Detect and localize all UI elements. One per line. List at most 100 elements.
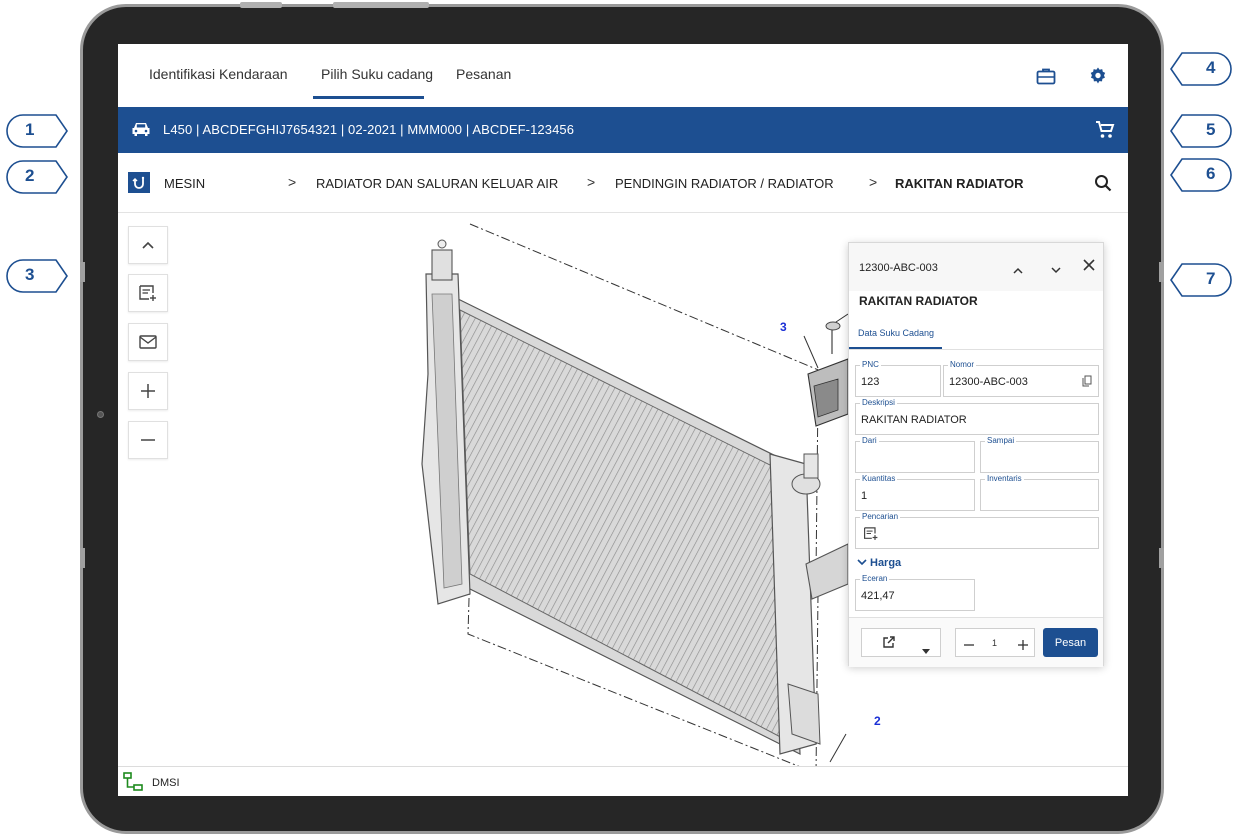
briefcase-icon[interactable]: [1033, 63, 1059, 89]
mail-icon: [139, 335, 157, 349]
panel-title: RAKITAN RADIATOR: [859, 294, 978, 308]
pencarian-label: Pencarian: [860, 512, 901, 521]
panel-part-code: 12300-ABC-003: [859, 262, 938, 274]
inventaris-field[interactable]: Inventaris: [980, 474, 1099, 511]
pnc-value: 123: [861, 376, 880, 388]
callout-6: 6: [1170, 158, 1232, 192]
app-screen: Identifikasi Kendaraan Pilih Suku cadang…: [118, 44, 1128, 796]
share-dropdown[interactable]: [861, 628, 941, 657]
system-icon: [128, 172, 150, 193]
diagram-label[interactable]: 3: [780, 320, 787, 334]
zoom-in-button[interactable]: [128, 372, 168, 410]
tablet-side-button: [1159, 548, 1164, 568]
callout-4: 4: [1170, 52, 1232, 86]
tab-pesanan[interactable]: Pesanan: [456, 66, 511, 82]
status-bar: DMSI: [118, 766, 1128, 796]
diagram-label[interactable]: 2: [874, 714, 881, 728]
eceran-field: Eceran 421,47: [855, 574, 975, 611]
mail-button[interactable]: [128, 323, 168, 361]
page: Identifikasi Kendaraan Pilih Suku cadang…: [0, 0, 1233, 834]
callout-3: 3: [6, 259, 68, 293]
collapse-button[interactable]: [128, 226, 168, 264]
minus-icon[interactable]: [964, 637, 974, 655]
share-icon: [882, 635, 896, 654]
gear-icon[interactable]: [1085, 63, 1111, 89]
radiator-drawing: [421, 223, 849, 775]
nomor-value: 12300-ABC-003: [949, 376, 1028, 388]
network-icon: [123, 772, 145, 796]
chevron-down-icon[interactable]: [1050, 261, 1062, 279]
quantity-value[interactable]: 1: [992, 638, 997, 648]
panel-footer: 1 Pesan: [849, 617, 1103, 667]
panel-header: 12300-ABC-003: [849, 243, 1103, 291]
minus-icon: [141, 439, 155, 441]
tablet-side-button: [80, 262, 85, 282]
close-icon[interactable]: [1083, 258, 1095, 276]
tab-data-suku-cadang[interactable]: Data Suku Cadang: [858, 328, 934, 338]
top-navigation: Identifikasi Kendaraan Pilih Suku cadang…: [118, 44, 1128, 106]
tablet-side-button: [1159, 262, 1164, 282]
plus-icon[interactable]: [1018, 637, 1028, 655]
chevron-up-icon[interactable]: [1012, 261, 1024, 279]
vehicle-bar: L450 | ABCDEFGHIJ7654321 | 02-2021 | MMM…: [118, 107, 1128, 153]
active-tab-indicator: [313, 96, 424, 99]
pnc-label: PNC: [860, 360, 881, 369]
deskripsi-label: Deskripsi: [860, 398, 897, 407]
tablet-side-button: [80, 548, 85, 568]
chevron-down-icon: [857, 559, 867, 566]
tab-pilih-suku-cadang[interactable]: Pilih Suku cadang: [321, 66, 433, 82]
add-note-icon[interactable]: [863, 526, 879, 546]
harga-section-toggle[interactable]: Harga: [857, 557, 901, 569]
status-label: DMSI: [152, 777, 180, 789]
tab-identifikasi-kendaraan[interactable]: Identifikasi Kendaraan: [149, 66, 288, 82]
breadcrumb-item[interactable]: PENDINGIN RADIATOR / RADIATOR: [615, 176, 834, 191]
tablet-volume-button: [240, 2, 282, 8]
eceran-label: Eceran: [860, 574, 890, 583]
callout-7: 7: [1170, 263, 1232, 297]
deskripsi-field[interactable]: Deskripsi RAKITAN RADIATOR: [855, 398, 1099, 435]
search-icon[interactable]: [1094, 174, 1112, 197]
deskripsi-value: RAKITAN RADIATOR: [861, 414, 967, 426]
pencarian-field[interactable]: Pencarian: [855, 512, 1099, 549]
nomor-field[interactable]: Nomor 12300-ABC-003: [943, 360, 1099, 397]
breadcrumb-current: RAKITAN RADIATOR: [895, 176, 1024, 191]
sampai-field[interactable]: Sampai: [980, 436, 1099, 473]
nomor-label: Nomor: [948, 360, 977, 369]
tablet-camera: [97, 411, 104, 418]
kuantitas-field[interactable]: Kuantitas 1: [855, 474, 975, 511]
chevron-up-icon: [142, 241, 154, 249]
parts-diagram[interactable]: 3 2: [408, 214, 881, 775]
breadcrumb-separator: >: [587, 174, 596, 190]
inventaris-label: Inventaris: [985, 474, 1024, 483]
callout-5: 5: [1170, 114, 1232, 148]
callout-2: 2: [6, 160, 68, 194]
kuantitas-value: 1: [861, 490, 868, 502]
breadcrumb-item[interactable]: RADIATOR DAN SALURAN KELUAR AIR: [316, 176, 558, 191]
eceran-value: 421,47: [861, 590, 895, 602]
add-note-button[interactable]: [128, 274, 168, 312]
copy-icon[interactable]: [1082, 374, 1092, 392]
vehicle-info: L450 | ABCDEFGHIJ7654321 | 02-2021 | MMM…: [163, 122, 575, 137]
caret-down-icon: [922, 641, 930, 659]
cart-icon[interactable]: [1095, 120, 1115, 145]
tablet-power-button: [333, 2, 429, 8]
tab-divider: [849, 349, 1103, 350]
part-detail-panel: 12300-ABC-003 RAKITAN RADIATOR Data Suku…: [848, 242, 1104, 667]
dari-label: Dari: [860, 436, 879, 445]
pnc-field[interactable]: PNC 123: [855, 360, 941, 397]
zoom-out-button[interactable]: [128, 421, 168, 459]
plus-icon: [141, 384, 155, 398]
breadcrumb-separator: >: [288, 174, 297, 190]
car-icon: [131, 121, 151, 142]
breadcrumb: MESIN > RADIATOR DAN SALURAN KELUAR AIR …: [118, 153, 1128, 213]
breadcrumb-separator: >: [869, 174, 878, 190]
dari-field[interactable]: Dari: [855, 436, 975, 473]
kuantitas-label: Kuantitas: [860, 474, 898, 483]
breadcrumb-item[interactable]: MESIN: [164, 176, 205, 191]
harga-label: Harga: [870, 557, 902, 569]
quantity-stepper[interactable]: 1: [955, 628, 1035, 657]
callout-1: 1: [6, 114, 68, 148]
order-button[interactable]: Pesan: [1043, 628, 1098, 657]
add-note-icon: [139, 285, 156, 301]
sampai-label: Sampai: [985, 436, 1017, 445]
